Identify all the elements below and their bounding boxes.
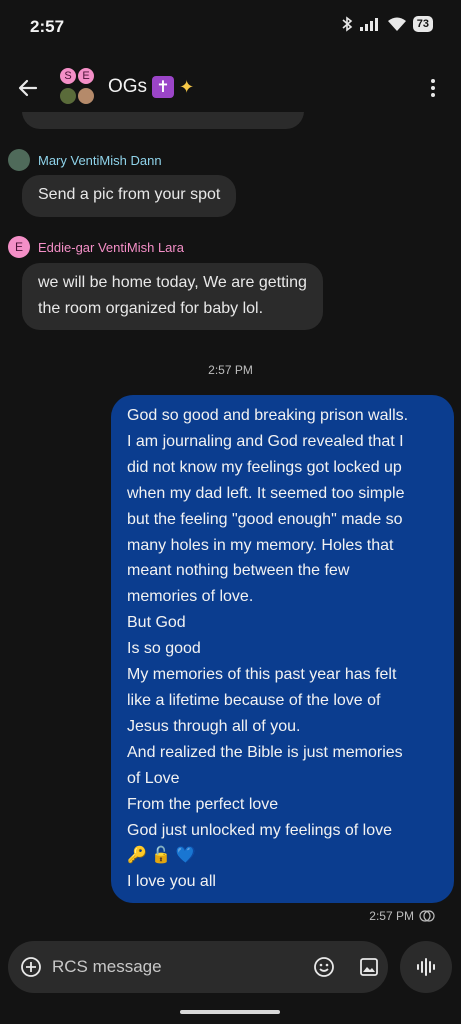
voice-waveform-icon xyxy=(417,958,435,976)
message-text: Send a pic from your spot xyxy=(38,186,221,203)
gallery-icon[interactable] xyxy=(357,955,381,979)
signal-icon xyxy=(359,18,378,31)
message-line: when my dad left. It seemed too simple xyxy=(127,484,405,502)
message-line: I am journaling and God revealed that I xyxy=(127,432,404,450)
avatar-e: E xyxy=(76,66,96,86)
message-line: God so good and breaking prison walls. xyxy=(127,407,409,424)
message-line: And realized the Bible is just memories xyxy=(127,743,403,761)
add-circle-icon[interactable] xyxy=(20,956,42,978)
message-composer xyxy=(8,941,388,993)
back-arrow-icon[interactable] xyxy=(14,74,42,102)
wifi-icon xyxy=(387,17,406,31)
avatar-s: S xyxy=(58,66,78,86)
message-bubble-mary[interactable]: Send a pic from your spot xyxy=(22,175,237,217)
status-icons: 73 xyxy=(341,16,433,32)
message-input[interactable] xyxy=(52,953,292,981)
bluetooth-icon xyxy=(342,16,353,32)
status-bar: 2:57 73 xyxy=(0,0,461,56)
home-indicator xyxy=(180,1010,280,1014)
message-line: many holes in my memory. Holes that xyxy=(127,536,394,554)
message-line: Is so good xyxy=(127,640,201,658)
message-line: memories of love. xyxy=(127,588,254,606)
group-avatar[interactable]: S E xyxy=(56,66,100,110)
sender-avatar-mary[interactable] xyxy=(8,149,30,171)
message-line: I love you all xyxy=(127,873,216,891)
read-receipt-icon xyxy=(419,910,435,922)
previous-message-bubble[interactable] xyxy=(22,112,304,129)
conversation-header: S E OGs ✝ ✦ xyxy=(0,60,461,116)
sender-avatar-eddie[interactable]: E xyxy=(8,236,30,258)
message-line: did not know my feelings got locked up xyxy=(127,458,402,476)
message-thread[interactable]: Mary VentiMish Dann Send a pic from your… xyxy=(0,112,461,940)
conversation-title[interactable]: OGs ✝ ✦ xyxy=(108,76,194,98)
avatar-photo-2 xyxy=(76,86,96,106)
status-time: 2:57 xyxy=(30,17,65,36)
message-line: we will be home today, We are getting xyxy=(38,274,307,291)
sender-name: Eddie-gar VentiMish Lara xyxy=(38,239,184,255)
voice-message-button[interactable] xyxy=(400,941,452,993)
sender-name: Mary VentiMish Dann xyxy=(38,152,162,168)
avatar-photo-1 xyxy=(58,86,78,106)
sender-row-mary: Mary VentiMish Dann xyxy=(8,149,162,171)
more-vert-icon[interactable] xyxy=(423,76,443,100)
cross-emoji: ✝ xyxy=(152,76,175,98)
sent-time: 2:57 PM xyxy=(369,909,414,923)
message-line: but the feeling "good enough" made so xyxy=(127,510,403,528)
battery-indicator: 73 xyxy=(412,16,433,32)
message-line: the room organized for baby lol. xyxy=(38,300,264,317)
message-line: Jesus through all of you. xyxy=(127,717,301,735)
sender-row-eddie: E Eddie-gar VentiMish Lara xyxy=(8,236,184,258)
message-line: My memories of this past year has felt xyxy=(127,666,397,684)
message-line: God just unlocked my feelings of love xyxy=(127,821,393,839)
sparkles-emoji: ✦ xyxy=(179,76,195,97)
message-bubble-eddie[interactable]: we will be home today, We are getting th… xyxy=(22,263,323,330)
sent-message-bubble[interactable]: God so good and breaking prison walls. I… xyxy=(111,395,454,903)
emoji-icon[interactable] xyxy=(312,955,336,979)
message-line: But God xyxy=(127,614,186,632)
time-divider: 2:57 PM xyxy=(208,363,253,377)
message-emoji-line: 🔑 🔓 💙 xyxy=(127,847,196,865)
message-line: of Love xyxy=(127,769,180,787)
message-line: like a lifetime because of the love of xyxy=(127,691,381,709)
sent-message-status: 2:57 PM xyxy=(369,909,435,923)
message-line: From the perfect love xyxy=(127,795,279,813)
message-line: meant nothing between the few xyxy=(127,562,350,580)
conversation-name: OGs xyxy=(108,76,148,97)
